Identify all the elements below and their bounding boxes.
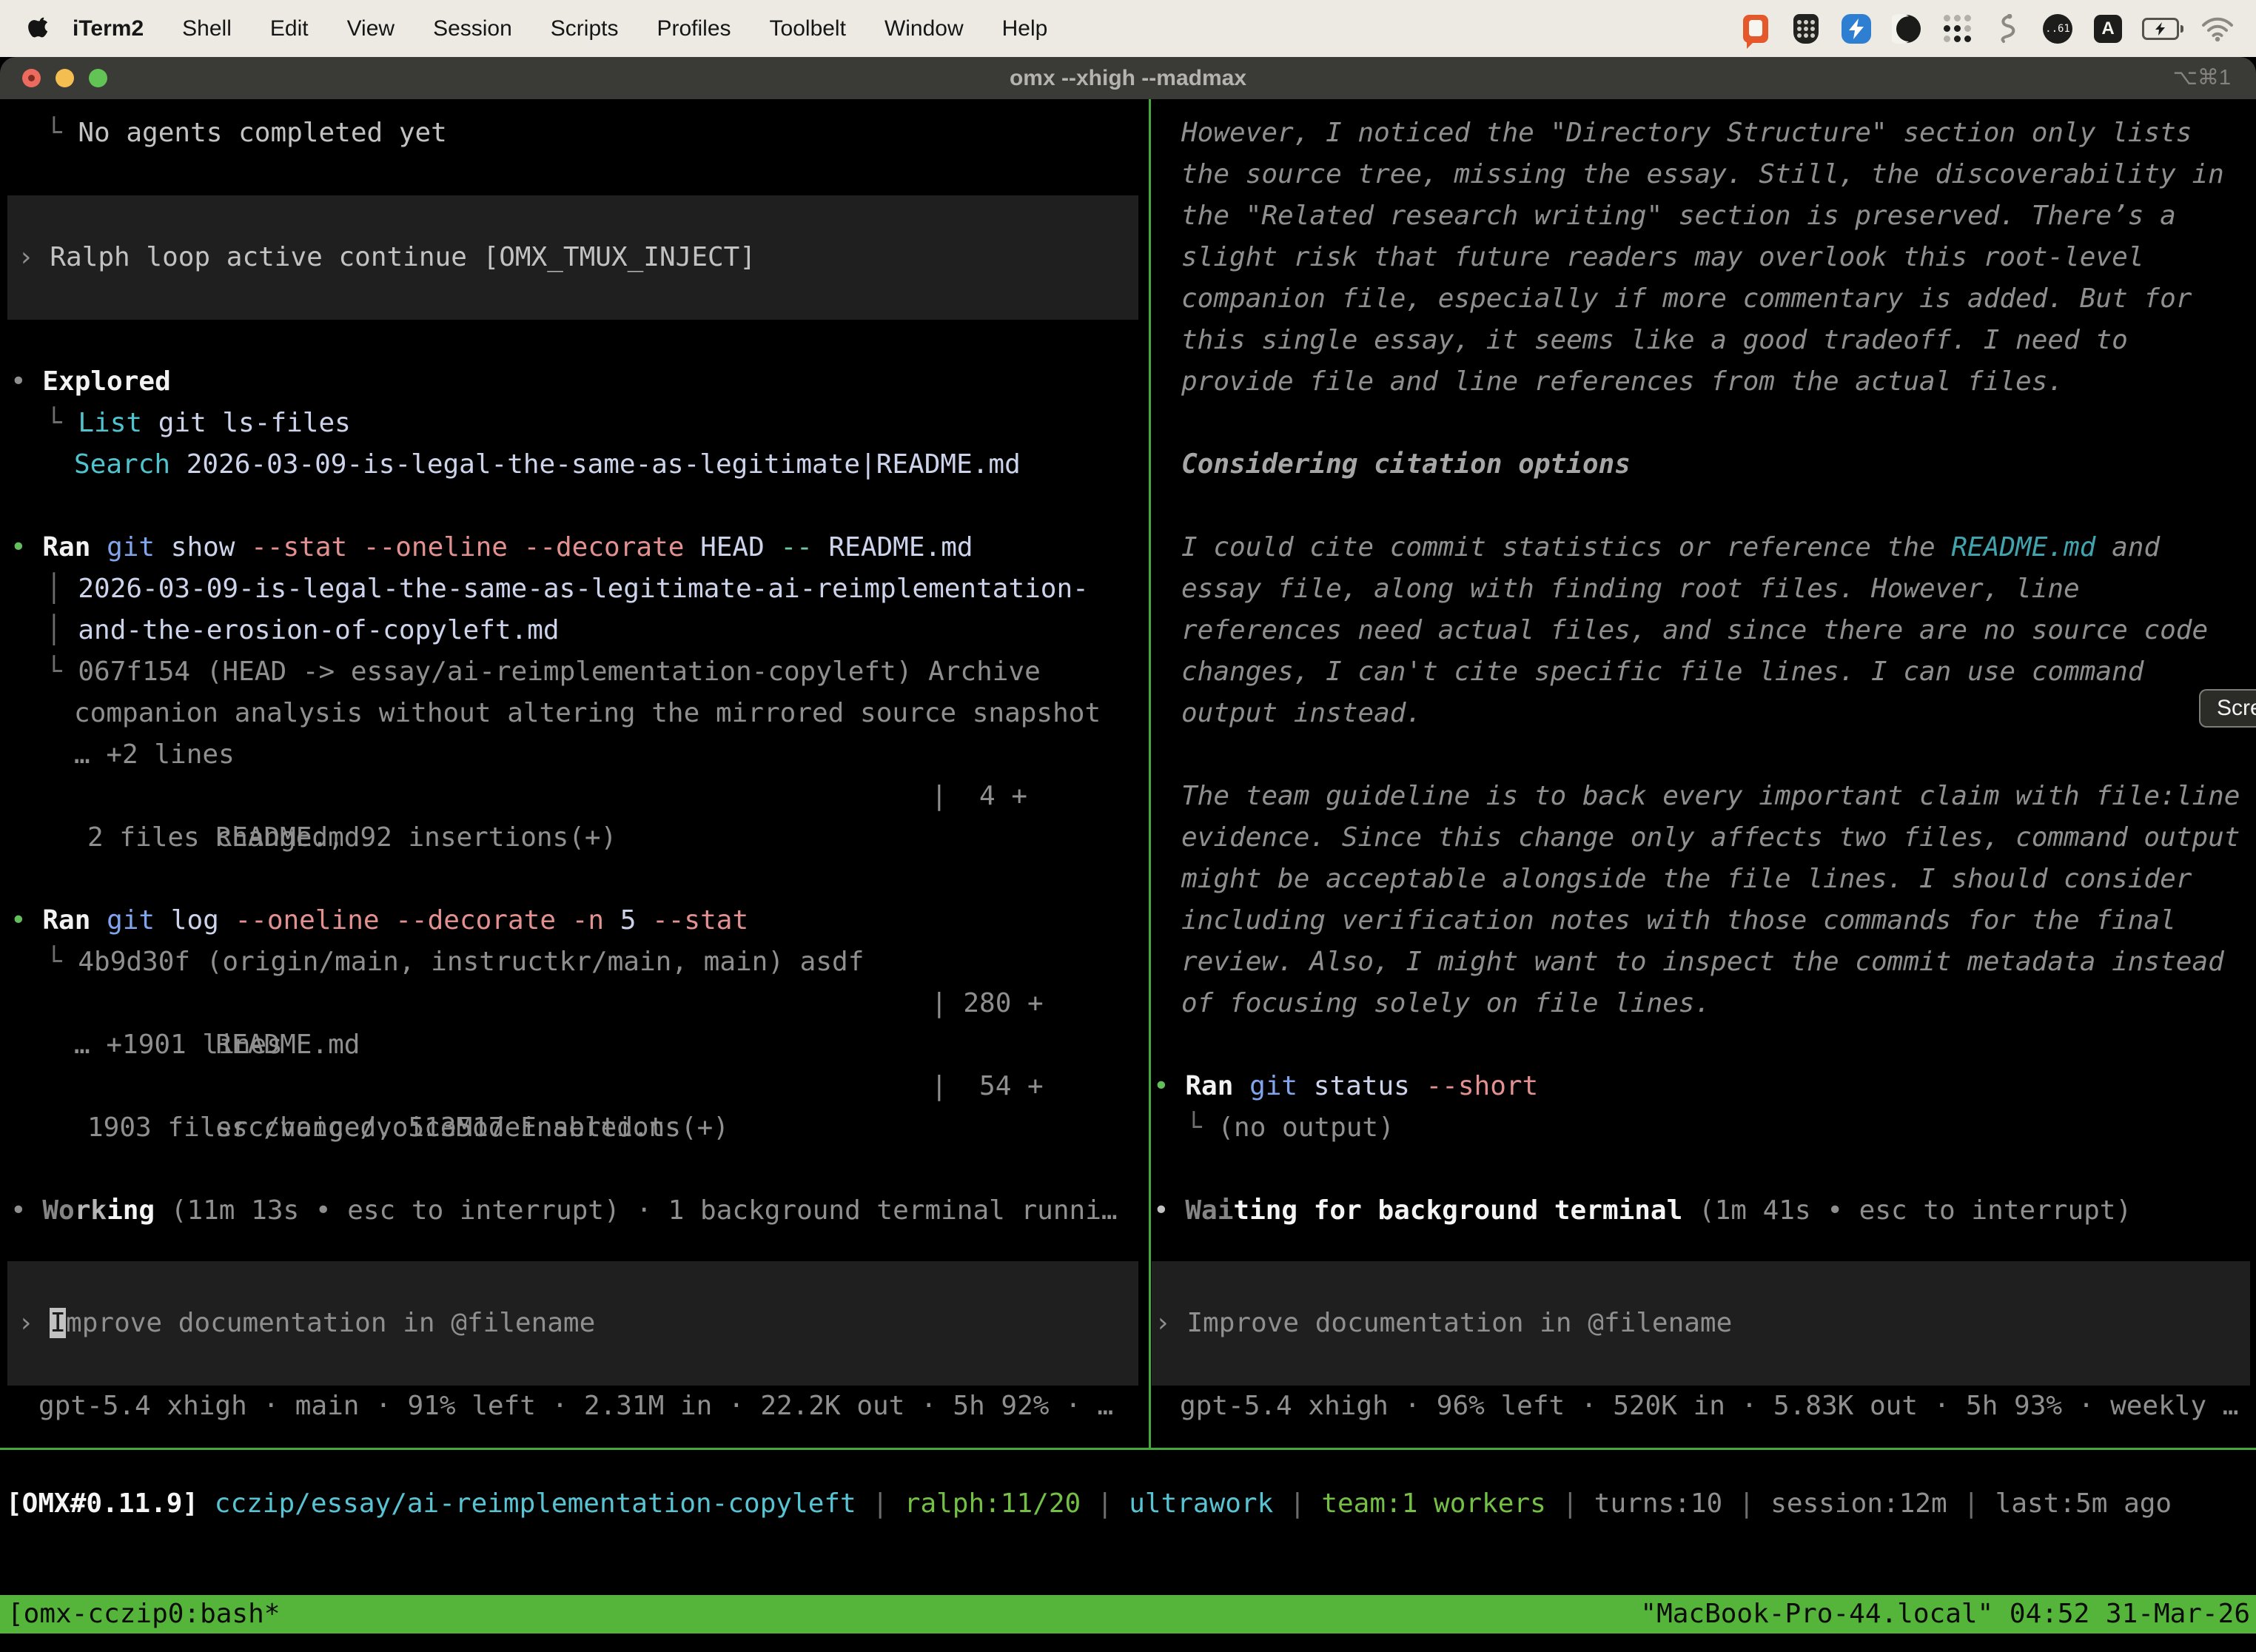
git-status-output: └ (no output) [1152, 1107, 2256, 1149]
dots-grid-icon[interactable] [1941, 13, 1973, 45]
git-log-filestat-2: src/voice/voiceModeEnabled.ts | 54 + [0, 1066, 1149, 1107]
agents-note: └ No agents completed yet [0, 113, 1149, 154]
tmux-pane-right[interactable]: However, I noticed the "Directory Struct… [1152, 113, 2256, 1427]
filestat-count: | 54 + [931, 1066, 1044, 1107]
moon-icon[interactable] [1890, 13, 1923, 45]
menu-bar: iTerm2 Shell Edit View Session Scripts P… [0, 0, 2256, 57]
git-show-arg-cont-2: │ and-the-erosion-of-copyleft.md [0, 610, 1149, 651]
prompt-input-right[interactable]: › Improve documentation in @filename [1152, 1261, 2250, 1386]
thinking-paragraph-1: However, I noticed the "Directory Struct… [1152, 113, 2256, 403]
explored-search-line: Search 2026-03-09-is-legal-the-same-as-l… [0, 444, 1149, 486]
prompt-text-left: › Improve documentation in @filename [7, 1303, 1138, 1344]
timer-icon[interactable]: ..61 [2041, 13, 2074, 45]
omx-status-bar: [OMX#0.11.9] cczip/essay/ai-reimplementa… [0, 1483, 2256, 1525]
working-status-line: • Working (11m 13s • esc to interrupt) ·… [0, 1190, 1149, 1232]
prompt-input-left[interactable]: › Improve documentation in @filename [7, 1261, 1138, 1386]
git-show-command: • Ran git show --stat --oneline --decora… [0, 527, 1149, 568]
git-show-output-commit: └ 067f154 (HEAD -> essay/ai-reimplementa… [0, 651, 1149, 693]
git-log-command: • Ran git log --oneline --decorate -n 5 … [0, 900, 1149, 941]
git-status-command: • Ran git status --short [1152, 1066, 2256, 1107]
session-status-left: gpt-5.4 xhigh · main · 91% left · 2.31M … [0, 1386, 1149, 1427]
tmux-status-bar: [omx-cczip0:bash* "MacBook-Pro-44.local"… [0, 1595, 2256, 1633]
git-show-arg-cont-1: │ 2026-03-09-is-legal-the-same-as-legiti… [0, 568, 1149, 610]
battery-icon[interactable] [2142, 13, 2183, 45]
waiting-status-line: • Waiting for background terminal (1m 41… [1152, 1190, 2256, 1232]
tmux-host-clock: "MacBook-Pro-44.local" 04:52 31-Mar-26 [1640, 1595, 2250, 1633]
menu-item-view[interactable]: View [328, 0, 414, 57]
filestat-count: | 4 + [931, 776, 1027, 817]
prompt-text-right: › Improve documentation in @filename [1152, 1303, 2250, 1344]
git-show-filestat: README.md | 4 + [0, 776, 1149, 817]
window-title: omx --xhigh --madmax [0, 57, 2256, 99]
title-bar[interactable]: omx --xhigh --madmax ⌥⌘1 [0, 57, 2256, 100]
zap-icon[interactable] [1840, 13, 1873, 45]
menu-item-shell[interactable]: Shell [163, 0, 251, 57]
git-log-filestat-1: README.md | 280 + [0, 983, 1149, 1024]
filestat-count: | 280 + [931, 983, 1044, 1024]
thinking-heading: Considering citation options [1152, 444, 2256, 486]
input-source-label: A [2094, 15, 2122, 43]
menu-status-icons: ..61 A [1739, 13, 2234, 45]
input-source-icon[interactable]: A [2092, 13, 2124, 45]
thinking-paragraph-2-line1: I could cite commit statistics or refere… [1152, 527, 2256, 568]
chat-app-icon[interactable] [1739, 13, 1772, 45]
git-log-summary: 1903 files changed, 513517 insertions(+) [0, 1107, 1149, 1149]
inject-banner: › Ralph loop active continue [OMX_TMUX_I… [7, 195, 1138, 320]
menu-item-help[interactable]: Help [983, 0, 1067, 57]
menu-item-window[interactable]: Window [865, 0, 983, 57]
git-log-output-more: … +1901 lines [0, 1024, 1149, 1066]
thinking-paragraph-3: The team guideline is to back every impo… [1152, 776, 2256, 1024]
screen-share-tab[interactable]: Scre [2199, 689, 2256, 728]
timer-label: ..61 [2043, 14, 2072, 44]
privacy-shield-icon[interactable] [1790, 13, 1822, 45]
git-show-output-more: … +2 lines [0, 734, 1149, 776]
hook-icon[interactable] [1991, 13, 2024, 45]
menu-item-edit[interactable]: Edit [251, 0, 328, 57]
git-show-summary: 2 files changed, 92 insertions(+) [0, 817, 1149, 859]
explored-header: • Explored [0, 361, 1149, 403]
git-log-output-commit: └ 4b9d30f (origin/main, instructkr/main,… [0, 941, 1149, 983]
window-shortcut: ⌥⌘1 [2172, 57, 2231, 99]
menu-item-toolbelt[interactable]: Toolbelt [751, 0, 865, 57]
menu-item-app[interactable]: iTerm2 [50, 0, 163, 57]
git-show-output-message: companion analysis without altering the … [0, 693, 1149, 734]
explored-list-line: └ List git ls-files [0, 403, 1149, 444]
menu-item-session[interactable]: Session [414, 0, 531, 57]
tmux-session-label: [omx-cczip0:bash* [7, 1595, 280, 1633]
status-divider-horizontal [0, 1448, 2256, 1450]
tmux-pane-left[interactable]: └ No agents completed yet › Ralph loop a… [0, 113, 1149, 1427]
pane-divider-vertical[interactable] [1149, 99, 1151, 1448]
thinking-paragraph-2: essay file, along with finding root file… [1152, 568, 2256, 734]
wifi-icon[interactable] [2201, 13, 2234, 45]
session-status-right: gpt-5.4 xhigh · 96% left · 520K in · 5.8… [1152, 1386, 2256, 1427]
terminal[interactable]: └ No agents completed yet › Ralph loop a… [0, 99, 2256, 1652]
iterm-window: omx --xhigh --madmax ⌥⌘1 └ No agents com… [0, 57, 2256, 1652]
menu-item-scripts[interactable]: Scripts [531, 0, 638, 57]
menu-item-profiles[interactable]: Profiles [637, 0, 750, 57]
inject-banner-text: › Ralph loop active continue [OMX_TMUX_I… [7, 237, 1138, 278]
apple-icon[interactable] [28, 16, 50, 41]
